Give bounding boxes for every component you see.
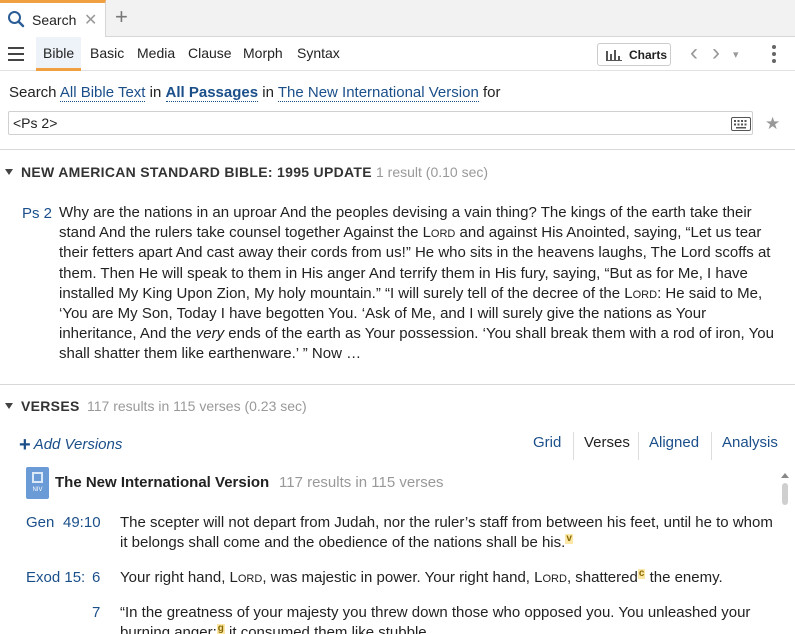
verse-text: The scepter will not depart from Judah, … [120,514,773,552]
tab-basic[interactable]: Basic [90,45,124,61]
keyboard-icon[interactable] [731,117,751,131]
tab-label: Search [32,12,77,28]
version-meta: 117 results in 115 verses [279,474,444,491]
add-versions-link[interactable]: + Add Versions [19,434,122,457]
charts-label: Charts [629,48,668,62]
search-in-2: in [262,84,274,101]
view-tab-verses[interactable]: Verses [573,432,630,460]
footnote-marker[interactable]: v [565,534,573,545]
verses-meta: 117 results in 115 verses (0.23 sec) [87,398,307,414]
charts-button[interactable]: Charts [597,43,671,66]
forward-arrow-icon[interactable]: › [712,39,720,67]
verse-ref[interactable]: 6 [92,569,100,586]
search-version-link[interactable]: The New International Version [277,84,479,102]
divider [0,384,795,385]
more-options-icon[interactable] [772,45,776,66]
view-tab-analysis[interactable]: Analysis [711,432,778,460]
search-range-link[interactable]: All Passages [165,84,259,102]
niv-book-icon[interactable]: NIV [26,467,49,499]
bar-chart-icon [606,50,622,61]
scrollbar-thumb[interactable] [782,483,788,505]
plus-icon: + [19,434,31,456]
new-tab-button[interactable]: + [115,5,128,29]
verse-ref[interactable]: 7 [92,604,100,621]
search-in-1: in [149,84,162,101]
search-suffix: for [482,84,501,101]
verse-ref[interactable]: 49:10 [63,514,101,531]
footnote-marker[interactable]: g [216,624,225,634]
version-title[interactable]: The New International Version [55,474,269,491]
tab-clause[interactable]: Clause [188,45,232,61]
search-query-box [8,111,753,135]
tab-bible[interactable]: Bible [36,37,82,71]
toolbar: Bible Basic Media Clause Morph Syntax Ch… [0,37,795,71]
scroll-up-arrow-icon[interactable] [781,473,789,478]
hamburger-menu-icon[interactable] [8,47,24,61]
search-icon [8,11,25,28]
passage-text: Why are the nations in an uproar And the… [59,204,774,363]
search-input[interactable] [13,114,713,132]
passage-reference[interactable]: Ps 2 [22,205,52,222]
tab-syntax[interactable]: Syntax [297,45,340,61]
tab-morph[interactable]: Morph [243,45,283,61]
back-arrow-icon[interactable]: ‹ [690,39,698,67]
search-description: Search All Bible Text in All Passages in… [9,84,501,102]
collapse-triangle-icon[interactable] [5,169,13,175]
nasb-title: NEW AMERICAN STANDARD BIBLE: 1995 UPDATE [21,164,372,180]
view-tab-grid[interactable]: Grid [533,432,561,460]
close-icon[interactable]: ✕ [84,10,97,30]
nasb-meta: 1 result (0.10 sec) [376,164,489,180]
tab-search[interactable]: Search ✕ [0,0,106,37]
verse-text: Your right hand, Lord, was majestic in p… [120,568,723,587]
search-scope-link[interactable]: All Bible Text [59,84,146,102]
verse-text: “In the greatness of your majesty you th… [120,604,751,634]
collapse-triangle-icon[interactable] [5,403,13,409]
search-prefix: Search [9,84,57,101]
history-dropdown-icon[interactable]: ▾ [733,48,739,61]
divider [0,149,795,150]
verses-title: VERSES [21,398,80,414]
view-tab-aligned[interactable]: Aligned [638,432,699,460]
tab-strip: Search ✕ + [0,0,795,37]
verse-book[interactable]: Gen [26,514,54,531]
verse-book[interactable]: Exod 15: [26,569,85,586]
star-icon[interactable]: ★ [765,114,780,134]
tab-media[interactable]: Media [137,45,175,61]
